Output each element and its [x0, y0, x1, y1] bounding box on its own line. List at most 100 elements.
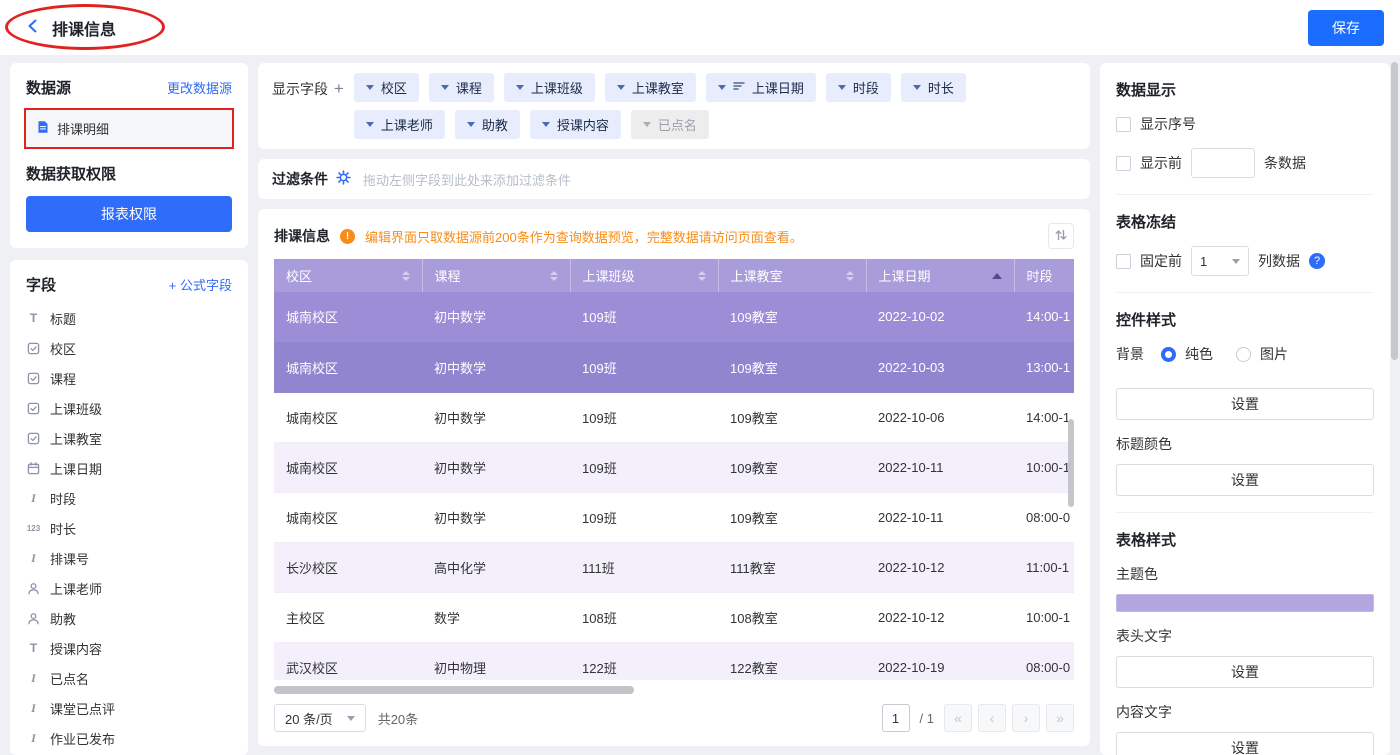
column-header[interactable]: 上课日期 — [866, 259, 1014, 292]
field-item[interactable]: I作业已发布 — [26, 723, 232, 753]
table-vertical-scrollbar[interactable] — [1068, 419, 1074, 507]
page-size-select[interactable]: 20 条/页 — [274, 704, 366, 732]
chip-label: 校区 — [381, 78, 407, 97]
add-formula-field-link[interactable]: + 公式字段 — [169, 275, 232, 294]
field-item[interactable]: 校区 — [26, 333, 232, 363]
settings-panel: 数据显示 显示序号 显示前 条数据 表格冻结 固定前 1 列数据 ? 控件样式 … — [1100, 63, 1390, 755]
field-item[interactable]: I课堂已点评 — [26, 693, 232, 723]
content-text-set-button[interactable]: 设置 — [1116, 732, 1374, 755]
prev-page-button[interactable]: ‹ — [978, 704, 1006, 732]
filter-title: 过滤条件 — [272, 169, 328, 189]
sort-icon[interactable] — [550, 271, 558, 281]
first-page-button[interactable]: « — [944, 704, 972, 732]
report-permission-button[interactable]: 报表权限 — [26, 196, 232, 232]
field-item[interactable]: I时段 — [26, 483, 232, 513]
chevron-down-icon — [366, 122, 374, 127]
divider — [1116, 512, 1374, 513]
datasource-item[interactable]: 排课明细 — [26, 110, 232, 147]
change-datasource-link[interactable]: 更改数据源 — [167, 78, 232, 97]
field-item[interactable]: T授课内容 — [26, 633, 232, 663]
column-header[interactable]: 上课教室 — [718, 259, 866, 292]
datasource-title: 数据源 — [26, 77, 71, 98]
add-display-field-button[interactable]: + — [334, 79, 344, 98]
column-header[interactable]: 课程 — [422, 259, 570, 292]
sort-icon[interactable] — [846, 271, 854, 281]
last-page-button[interactable]: » — [1046, 704, 1074, 732]
column-header[interactable]: 时段 — [1014, 259, 1074, 292]
permission-title: 数据获取权限 — [26, 163, 232, 184]
column-header[interactable]: 上课班级 — [570, 259, 718, 292]
display-field-chip[interactable]: 上课班级 — [504, 73, 595, 102]
field-label: 排课号 — [50, 549, 89, 568]
page-count: / 1 — [920, 711, 934, 726]
table-row[interactable]: 城南校区初中数学109班109教室2022-10-0614:00-1 — [274, 392, 1074, 442]
display-field-chip[interactable]: 时段 — [826, 73, 891, 102]
field-item[interactable]: 助教 — [26, 603, 232, 633]
background-set-button[interactable]: 设置 — [1116, 388, 1374, 420]
chevron-down-icon — [467, 122, 475, 127]
preview-table: 校区课程 上课班级上课教室上课日期时段 城南校区初中数学109班109教室2022… — [274, 259, 1074, 680]
fix-prefix: 固定前 — [1140, 251, 1182, 271]
back-button[interactable] — [24, 17, 42, 38]
sort-icon[interactable] — [698, 271, 706, 281]
horizontal-scrollbar-thumb[interactable] — [274, 686, 634, 694]
table-row[interactable]: 城南校区初中数学109班109教室2022-10-0313:00-1 — [274, 342, 1074, 392]
field-item[interactable]: 上课教室 — [26, 423, 232, 453]
table-cell: 2022-10-11 — [866, 442, 1014, 492]
field-item[interactable]: 上课日期 — [26, 453, 232, 483]
show-first-checkbox[interactable] — [1116, 156, 1131, 171]
fix-columns-select[interactable]: 1 — [1191, 246, 1249, 276]
solid-color-radio[interactable] — [1161, 347, 1176, 362]
display-field-chip[interactable]: 上课教室 — [605, 73, 696, 102]
topbar: 排课信息 保存 — [0, 0, 1400, 55]
display-field-chip[interactable]: 助教 — [455, 110, 520, 139]
display-field-chip[interactable]: 授课内容 — [530, 110, 621, 139]
current-page[interactable]: 1 — [882, 704, 910, 732]
gear-icon[interactable] — [336, 170, 351, 188]
table-row[interactable]: 城南校区初中数学109班109教室2022-10-1108:00-0 — [274, 492, 1074, 542]
display-field-chip[interactable]: 上课老师 — [354, 110, 445, 139]
field-item[interactable]: I已点名 — [26, 663, 232, 693]
fix-columns-checkbox[interactable] — [1116, 254, 1131, 269]
table-row[interactable]: 城南校区初中数学109班109教室2022-10-0214:00-1 — [274, 292, 1074, 342]
table-row[interactable]: 主校区数学108班108教室2022-10-1210:00-1 — [274, 592, 1074, 642]
display-field-chip[interactable]: 时长 — [901, 73, 966, 102]
field-item[interactable]: 上课老师 — [26, 573, 232, 603]
table-sort-button[interactable] — [1048, 223, 1074, 249]
show-first-input[interactable] — [1191, 148, 1255, 178]
table-row[interactable]: 城南校区初中数学109班109教室2022-10-1110:00-1 — [274, 442, 1074, 492]
table-row[interactable]: 长沙校区高中化学111班111教室2022-10-1211:00-1 — [274, 542, 1074, 592]
theme-color-swatch[interactable] — [1116, 594, 1374, 612]
sort-asc-icon[interactable] — [992, 273, 1002, 279]
table-cell: 城南校区 — [274, 392, 422, 442]
image-radio[interactable] — [1236, 347, 1251, 362]
show-index-checkbox[interactable] — [1116, 117, 1131, 132]
field-item[interactable]: I排课号 — [26, 543, 232, 573]
field-item[interactable]: 上课班级 — [26, 393, 232, 423]
chevron-down-icon — [1232, 259, 1240, 264]
header-text-set-button[interactable]: 设置 — [1116, 656, 1374, 688]
save-button[interactable]: 保存 — [1308, 10, 1384, 46]
display-field-chip[interactable]: 课程 — [429, 73, 494, 102]
filter-bar[interactable]: 过滤条件 拖动左侧字段到此处来添加过滤条件 — [258, 159, 1090, 199]
column-header[interactable]: 校区 — [274, 259, 422, 292]
sort-icon[interactable] — [402, 271, 410, 281]
chevron-left-icon — [24, 17, 42, 38]
title-color-set-button[interactable]: 设置 — [1116, 464, 1374, 496]
table-cell: 109班 — [570, 292, 718, 342]
left-sidebar: 数据源 更改数据源 排课明细 数据获取权限 报表权限 字段 + 公式字段 T标题… — [10, 63, 248, 755]
display-field-chip[interactable]: 校区 — [354, 73, 419, 102]
next-page-button[interactable]: › — [1012, 704, 1040, 732]
show-index-label: 显示序号 — [1140, 114, 1196, 134]
table-row[interactable]: 武汉校区初中物理122班122教室2022-10-1908:00-0 — [274, 642, 1074, 680]
field-item[interactable]: 123时长 — [26, 513, 232, 543]
chevron-down-icon — [516, 85, 524, 90]
field-item[interactable]: 课程 — [26, 363, 232, 393]
page-scrollbar[interactable] — [1391, 62, 1398, 360]
display-field-chip[interactable]: 已点名 — [631, 110, 709, 139]
field-item[interactable]: T标题 — [26, 303, 232, 333]
table-cell: 初中数学 — [422, 342, 570, 392]
column-header-label: 课程 — [435, 266, 461, 285]
help-icon[interactable]: ? — [1309, 253, 1325, 269]
display-field-chip[interactable]: 上课日期 — [706, 73, 816, 102]
